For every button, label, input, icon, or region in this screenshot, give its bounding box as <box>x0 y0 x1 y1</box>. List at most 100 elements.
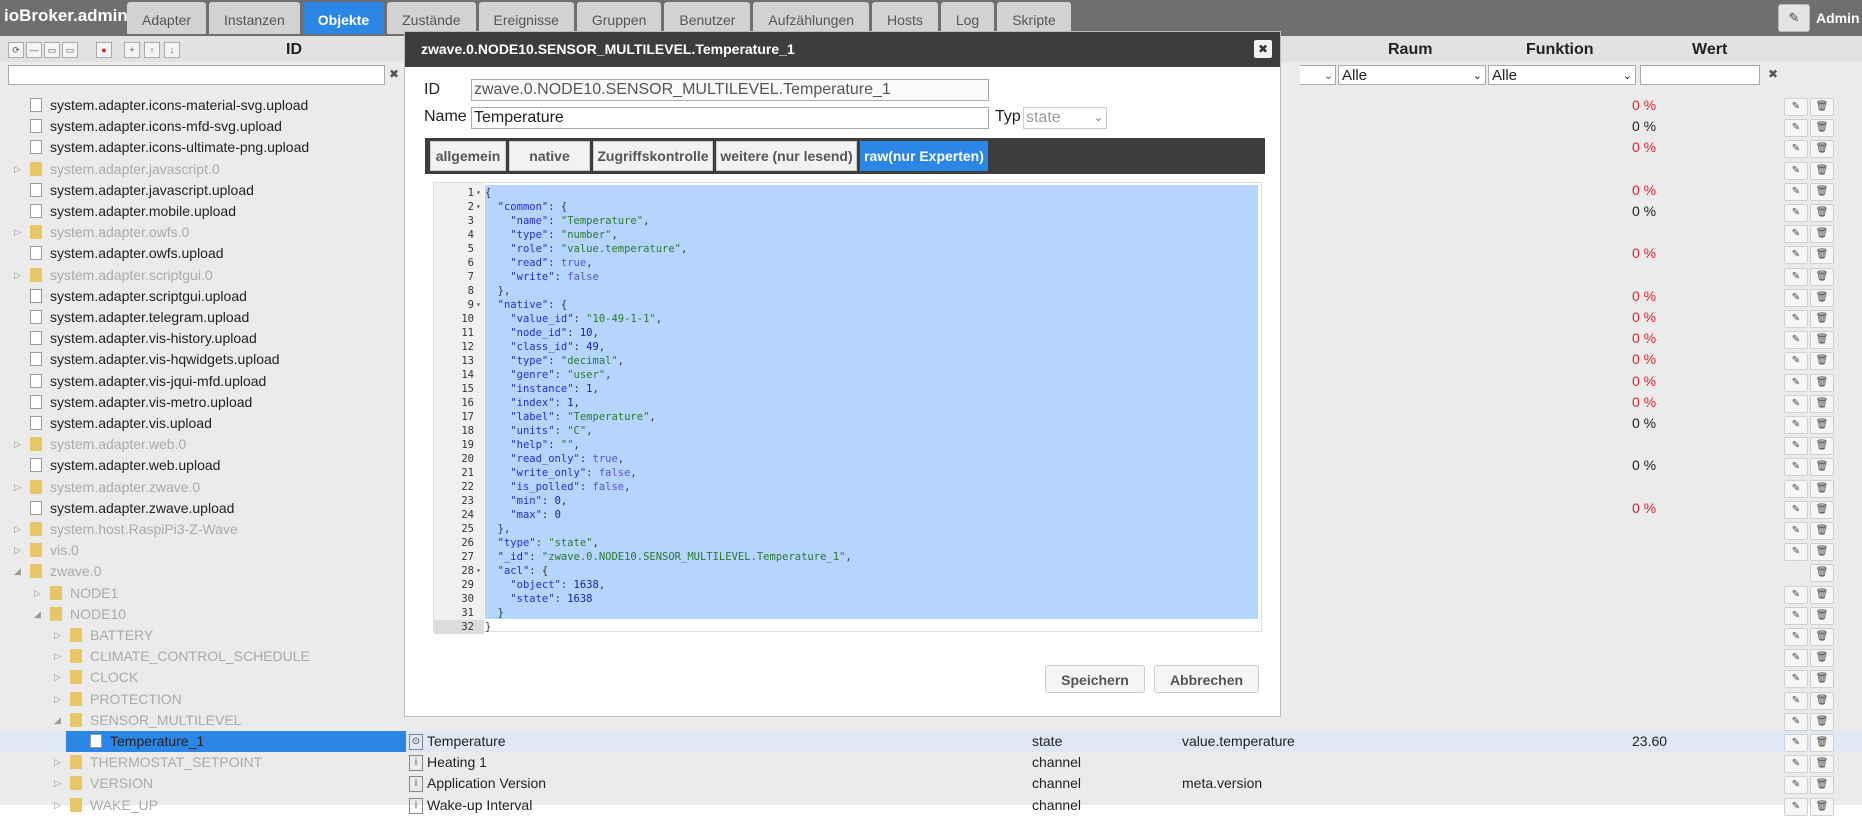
edit-icon[interactable]: ✎ <box>1784 161 1808 180</box>
edit-icon[interactable]: ✎ <box>1784 182 1808 201</box>
edit-icon[interactable]: ✎ <box>1784 416 1808 434</box>
id-field[interactable]: zwave.0.NODE10.SENSOR_MULTILEVEL.Tempera… <box>471 79 989 101</box>
edit-icon[interactable]: ✎ <box>1784 310 1808 328</box>
expand-toggle-icon[interactable]: ▷ <box>14 265 21 286</box>
expand-toggle-icon[interactable]: ◢ <box>34 604 41 625</box>
raw-json-editor[interactable]: 1 ▾{2 ▾ "common": {3 "name": "Temperature"… <box>433 182 1262 634</box>
expand-toggle-icon[interactable]: ◢ <box>54 710 61 731</box>
tab-zustände[interactable]: Zustände <box>387 2 476 34</box>
edit-icon[interactable]: ✎ <box>1784 267 1808 286</box>
table-row[interactable]: ▷ THERMOSTAT_SETPOINT i Heating 1 channel ✎ 🗑 <box>0 752 1862 774</box>
add-icon[interactable]: + <box>124 42 140 58</box>
col-header-wert[interactable]: Wert <box>1692 41 1727 59</box>
delete-icon[interactable]: 🗑 <box>1810 288 1834 307</box>
refresh-icon[interactable]: ⟳ <box>8 42 24 58</box>
delete-icon[interactable]: 🗑 <box>1810 140 1834 159</box>
delete-icon[interactable]: 🗑 <box>1810 394 1834 413</box>
upload-icon[interactable]: ↑ <box>144 42 160 58</box>
collapse-icon[interactable]: — <box>26 42 42 58</box>
typ-select[interactable]: state ⌄ <box>1023 107 1107 129</box>
tab-hosts[interactable]: Hosts <box>872 2 938 34</box>
dialog-tab-1[interactable]: native <box>509 141 590 171</box>
delete-icon[interactable]: 🗑 <box>1810 776 1834 795</box>
tab-ereignisse[interactable]: Ereignisse <box>478 2 574 34</box>
expand-toggle-icon[interactable]: ▷ <box>54 667 61 688</box>
expand-toggle-icon[interactable]: ▷ <box>14 159 21 180</box>
delete-icon[interactable]: 🗑 <box>1810 479 1834 498</box>
dialog-tab-2[interactable]: Zugriffskontrolle <box>593 141 713 171</box>
expand-toggle-icon[interactable]: ▷ <box>54 689 61 710</box>
delete-icon[interactable]: 🗑 <box>1810 267 1834 286</box>
edit-icon[interactable]: ✎ <box>1784 628 1808 646</box>
tab-aufzählungen[interactable]: Aufzählungen <box>753 2 870 34</box>
expand-toggle-icon[interactable]: ▷ <box>14 477 21 498</box>
edit-icon[interactable]: ✎ <box>1784 458 1808 477</box>
delete-icon[interactable]: 🗑 <box>1810 458 1834 477</box>
delete-icon[interactable]: 🗑 <box>1810 161 1834 180</box>
funktion-filter-select[interactable]: Alle ⌄ <box>1488 65 1636 85</box>
delete-icon[interactable]: 🗑 <box>1810 225 1834 244</box>
expand-toggle-icon[interactable]: ▷ <box>34 583 41 604</box>
dialog-tab-4[interactable]: raw(nur Experten) <box>860 141 988 171</box>
table-row[interactable]: ▷ WAKE_UP i Wake-up Interval channel ✎ 🗑 <box>0 795 1862 816</box>
edit-icon[interactable]: ✎ <box>1784 204 1808 222</box>
edit-icon[interactable]: ✎ <box>1784 606 1808 625</box>
edit-icon[interactable]: ✎ <box>1784 98 1808 116</box>
edit-icon[interactable]: ✎ <box>1784 437 1808 456</box>
fold-icon[interactable]: ▾ <box>476 200 481 214</box>
dialog-tab-3[interactable]: weitere (nur lesend) <box>716 141 857 171</box>
edit-icon[interactable]: ✎ <box>1784 225 1808 244</box>
delete-icon[interactable]: 🗑 <box>1810 119 1834 138</box>
edit-icon[interactable]: ✎ <box>1784 500 1808 519</box>
clear-wert-filter-icon[interactable]: ✖ <box>1768 67 1778 81</box>
delete-icon[interactable]: 🗑 <box>1810 691 1834 710</box>
close-icon[interactable]: ✖ <box>1254 40 1272 58</box>
delete-icon[interactable]: 🗑 <box>1810 606 1834 625</box>
delete-icon[interactable]: 🗑 <box>1810 734 1834 752</box>
delete-icon[interactable]: 🗑 <box>1810 564 1834 583</box>
expand-toggle-icon[interactable]: ▷ <box>54 795 61 816</box>
expand-toggle-icon[interactable]: ▷ <box>54 625 61 646</box>
tab-benutzer[interactable]: Benutzer <box>664 2 751 34</box>
name-filter-select[interactable]: ⌄ <box>1300 65 1336 85</box>
tab-adapter[interactable]: Adapter <box>127 2 207 34</box>
expand-toggle-icon[interactable]: ▷ <box>54 646 61 667</box>
delete-icon[interactable]: 🗑 <box>1810 331 1834 350</box>
table-row[interactable]: ▷ VERSION i Application Version channel meta.… <box>0 773 1862 795</box>
edit-icon[interactable]: ✎ <box>1784 119 1808 138</box>
user-filter-icon[interactable]: ● <box>96 42 112 58</box>
delete-icon[interactable]: 🗑 <box>1810 797 1834 816</box>
delete-icon[interactable]: 🗑 <box>1810 416 1834 434</box>
delete-icon[interactable]: 🗑 <box>1810 373 1834 392</box>
edit-icon[interactable]: ✎ <box>1784 522 1808 540</box>
tab-log[interactable]: Log <box>940 2 995 34</box>
edit-icon[interactable]: ✎ <box>1784 140 1808 159</box>
edit-icon[interactable]: ✎ <box>1784 246 1808 265</box>
folder-icon[interactable]: ▭ <box>44 42 60 58</box>
edit-icon[interactable]: ✎ <box>1784 797 1808 816</box>
delete-icon[interactable]: 🗑 <box>1810 755 1834 774</box>
tab-gruppen[interactable]: Gruppen <box>576 2 662 34</box>
tab-objekte[interactable]: Objekte <box>302 2 385 34</box>
clear-id-filter-icon[interactable]: ✖ <box>389 67 399 81</box>
tab-skripte[interactable]: Skripte <box>997 2 1071 34</box>
col-header-raum[interactable]: Raum <box>1388 41 1432 59</box>
open-folder-icon[interactable]: ▭ <box>62 42 78 58</box>
cancel-button[interactable]: Abbrechen <box>1154 665 1259 693</box>
edit-icon[interactable]: ✎ <box>1784 543 1808 562</box>
expand-toggle-icon[interactable]: ▷ <box>14 434 21 455</box>
edit-icon[interactable]: ✎ <box>1784 691 1808 710</box>
delete-icon[interactable]: 🗑 <box>1810 246 1834 265</box>
table-row-selected[interactable]: Temperature_1 ⊙ Temperature state value.temp… <box>0 731 1862 752</box>
expand-toggle-icon[interactable]: ▷ <box>54 773 61 794</box>
edit-icon[interactable]: ✎ <box>1784 288 1808 307</box>
edit-icon[interactable]: ✎ <box>1784 479 1808 498</box>
delete-icon[interactable]: 🗑 <box>1810 98 1834 116</box>
edit-user-button[interactable]: ✎ <box>1778 4 1810 32</box>
edit-icon[interactable]: ✎ <box>1784 373 1808 392</box>
expand-toggle-icon[interactable]: ▷ <box>54 752 61 773</box>
delete-icon[interactable]: 🗑 <box>1810 352 1834 371</box>
expand-toggle-icon[interactable]: ▷ <box>14 222 21 243</box>
edit-icon[interactable]: ✎ <box>1784 352 1808 371</box>
expand-toggle-icon[interactable]: ◢ <box>14 561 21 582</box>
